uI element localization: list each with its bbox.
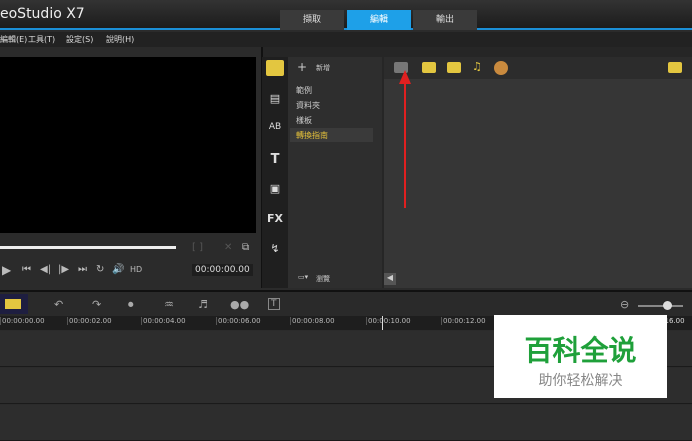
instant-project-icon[interactable]: ▤ bbox=[266, 92, 284, 105]
photo-filter-icon[interactable] bbox=[447, 62, 461, 73]
redo-icon[interactable]: ↷ bbox=[92, 298, 101, 311]
watermark-subtitle: 助你轻松解决 bbox=[538, 373, 623, 389]
timecode-field[interactable]: 00:00:00.00 bbox=[192, 264, 253, 276]
scrubber-bar[interactable] bbox=[0, 246, 176, 249]
menu-edit[interactable]: 編輯(E) bbox=[0, 34, 27, 45]
close-icon[interactable]: ✕ bbox=[224, 242, 232, 253]
repeat-icon[interactable]: ↻ bbox=[96, 264, 104, 275]
sort-icon[interactable] bbox=[494, 61, 508, 75]
menu-tools[interactable]: 工具(T) bbox=[28, 34, 55, 45]
watermark: 百科全说 助你轻松解决 bbox=[494, 315, 667, 398]
hd-label[interactable]: HD bbox=[130, 265, 142, 274]
title-icon[interactable]: T bbox=[266, 152, 284, 167]
library-item[interactable]: 樣板 bbox=[296, 115, 312, 126]
play-icon[interactable]: ▶ bbox=[2, 263, 11, 277]
record-capture-icon[interactable]: ⏺ bbox=[128, 298, 134, 312]
audio-filter-icon[interactable]: ♫ bbox=[472, 60, 482, 73]
path-icon[interactable]: ↯ bbox=[266, 242, 284, 255]
motion-tracking-icon[interactable]: ●● bbox=[230, 298, 249, 311]
home-icon[interactable]: ⏮ bbox=[22, 264, 31, 275]
timeline-toolbar bbox=[0, 290, 692, 316]
ruler-label: 00:00:08.00 bbox=[290, 317, 335, 325]
title-bar bbox=[0, 0, 692, 30]
annotation-arrow bbox=[404, 72, 406, 208]
browse-button[interactable]: 瀏覽 bbox=[316, 274, 330, 284]
media-icon[interactable] bbox=[266, 60, 284, 76]
auto-music-icon[interactable]: ♬ bbox=[198, 298, 208, 311]
library-item[interactable]: 資料夾 bbox=[296, 100, 320, 111]
sound-mixer-icon[interactable]: ♒ bbox=[164, 298, 174, 311]
next-frame-icon[interactable]: |▶ bbox=[58, 264, 69, 275]
tab-share[interactable]: 輸出 bbox=[413, 10, 477, 30]
browse-icon[interactable]: ▭▾ bbox=[298, 273, 308, 281]
timeline-track[interactable] bbox=[0, 405, 692, 441]
library-item-selected[interactable]: 轉換指南 bbox=[296, 130, 328, 141]
ruler-label: 00:00:12.00 bbox=[441, 317, 486, 325]
app-title: eoStudio X7 bbox=[0, 6, 85, 22]
ruler-label: 00:00:02.00 bbox=[67, 317, 112, 325]
add-icon[interactable]: + bbox=[297, 60, 307, 74]
ruler-label: 00:00:10.00 bbox=[366, 317, 411, 325]
video-filter-icon[interactable] bbox=[422, 62, 436, 73]
volume-icon[interactable]: 🔊 bbox=[112, 264, 124, 275]
transition-icon[interactable]: AB bbox=[266, 122, 284, 132]
arrow-head-icon bbox=[399, 70, 411, 84]
prev-frame-icon[interactable]: ◀| bbox=[40, 264, 51, 275]
view-icon[interactable] bbox=[668, 62, 682, 73]
library-item[interactable]: 範例 bbox=[296, 85, 312, 96]
zoom-slider[interactable] bbox=[638, 305, 683, 307]
storyboard-icon[interactable] bbox=[5, 299, 21, 309]
graphic-icon[interactable]: ▣ bbox=[266, 182, 284, 195]
add-button[interactable]: 新增 bbox=[316, 63, 330, 73]
end-icon[interactable]: ⏭ bbox=[78, 264, 87, 275]
filter-icon[interactable]: FX bbox=[266, 212, 284, 225]
subtitle-editor-icon[interactable]: T bbox=[268, 298, 280, 310]
zoom-out-icon[interactable]: ⊖ bbox=[620, 298, 629, 311]
tab-capture[interactable]: 擷取 bbox=[280, 10, 344, 30]
undo-icon[interactable]: ↶ bbox=[54, 298, 63, 311]
enlarge-icon[interactable]: ⧉ bbox=[242, 242, 249, 253]
menu-help[interactable]: 說明(H) bbox=[106, 34, 134, 45]
zoom-slider-handle[interactable] bbox=[663, 301, 672, 310]
watermark-title: 百科全说 bbox=[524, 334, 637, 367]
ruler-label: 00:00:00.00 bbox=[0, 317, 45, 325]
library-content bbox=[384, 57, 692, 288]
scroll-left-button[interactable]: ◀ bbox=[384, 273, 396, 285]
preview-window bbox=[0, 57, 256, 233]
ruler-label: 00:00:06.00 bbox=[216, 317, 261, 325]
menu-settings[interactable]: 設定(S) bbox=[66, 34, 93, 45]
ruler-label: 00:00:04.00 bbox=[141, 317, 186, 325]
menu-bar bbox=[0, 32, 692, 47]
tab-edit[interactable]: 編輯 bbox=[347, 10, 411, 30]
playhead[interactable] bbox=[382, 316, 383, 330]
trim-markers-icon[interactable]: [ ] bbox=[192, 242, 203, 253]
